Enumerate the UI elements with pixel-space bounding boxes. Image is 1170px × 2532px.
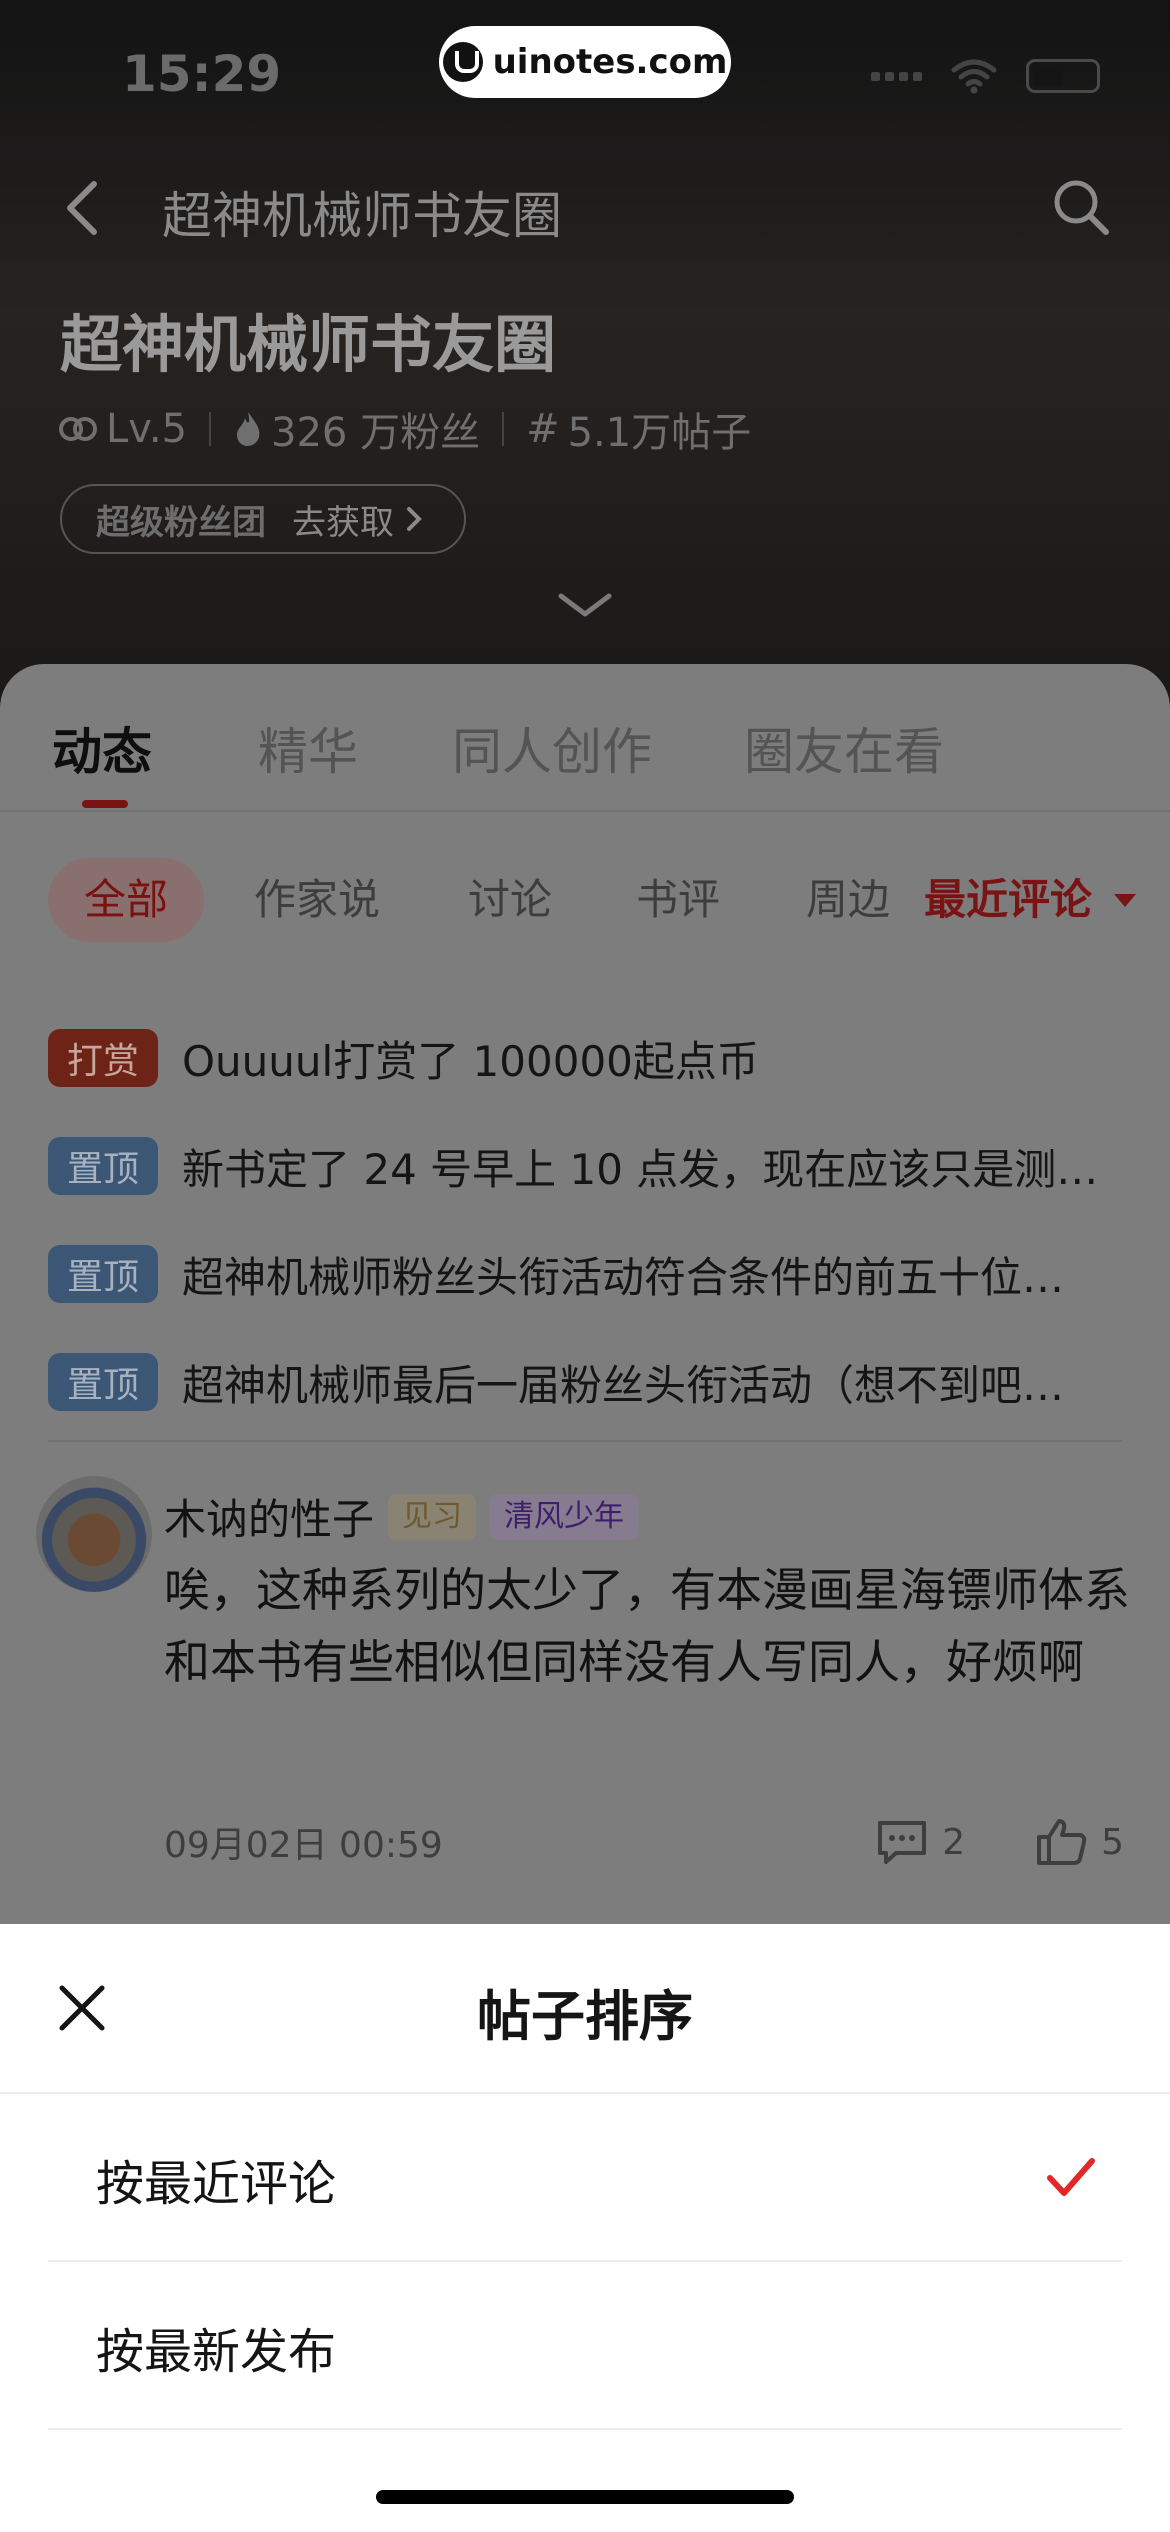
sort-option-recent-comments[interactable]: 按最近评论 [48, 2094, 1122, 2262]
list-item-text: 新书定了 24 号早上 10 点发，现在应该只是测试… [182, 1144, 1122, 1194]
chip-all[interactable]: 全部 [48, 858, 204, 942]
caret-down-icon [1114, 893, 1136, 907]
signal-icon [871, 71, 922, 81]
watermark-logo-icon [442, 42, 483, 82]
tab-fan-creations[interactable]: 同人创作 [452, 712, 652, 784]
circle-header: 15:29 uinotes.com 超神机械师书友圈 超神机械师书友圈 Lv.5 [0, 0, 1170, 700]
post-body: 唉，这种系列的太少了，有本漫画星海镖师体系和本书有些相似但同样没有人写同人，好烦… [164, 1563, 1130, 1689]
chip-merch[interactable]: 周边 [806, 858, 890, 942]
list-item-text: 超神机械师粉丝头衔活动符合条件的前五十位… [182, 1252, 1065, 1302]
sort-option-newest[interactable]: 按最新发布 [48, 2262, 1122, 2430]
comment-icon [878, 1821, 927, 1864]
divider [0, 810, 1170, 812]
list-item[interactable]: 置顶 新书定了 24 号早上 10 点发，现在应该只是测试… [48, 1112, 1128, 1220]
pinned-badge: 置顶 [48, 1245, 158, 1303]
watermark-badge: uinotes.com [439, 26, 731, 98]
fan-club-action: 去获取 [292, 502, 394, 543]
list-item-text: Ouuuul打赏了 100000起点币 [182, 1036, 759, 1086]
fan-club-button[interactable]: 超级粉丝团 去获取 [60, 484, 466, 554]
thumbs-up-icon [1037, 1819, 1087, 1865]
pinned-list: 打赏 Ouuuul打赏了 100000起点币 置顶 新书定了 24 号早上 10… [48, 1004, 1128, 1436]
tab-active-indicator [82, 800, 128, 808]
title-badge: 清风少年 [490, 1493, 639, 1540]
stat-divider [502, 412, 505, 446]
list-item[interactable]: 置顶 超神机械师粉丝头衔活动符合条件的前五十位… [48, 1220, 1128, 1328]
watermark-text: uinotes.com [492, 42, 728, 82]
chevron-down-icon[interactable] [556, 590, 614, 620]
comment-button[interactable]: 2 [876, 1819, 965, 1865]
flame-icon [237, 412, 260, 446]
checkmark-icon [1047, 2158, 1095, 2196]
list-item[interactable]: 打赏 Ouuuul打赏了 100000起点币 [48, 1004, 1128, 1112]
fans-text: 326 万粉丝 [271, 410, 481, 456]
fans-stat: 326 万粉丝 [233, 400, 480, 458]
pinned-badge: 置顶 [48, 1353, 158, 1411]
sort-dropdown[interactable]: 最近评论 [924, 858, 1136, 942]
author-name[interactable]: 木讷的性子 [164, 1486, 374, 1547]
hash-icon: # [526, 406, 560, 452]
chevron-right-icon [407, 507, 422, 531]
tab-featured[interactable]: 精华 [258, 712, 358, 784]
post-author: 木讷的性子 见习 清风少年 [164, 1486, 639, 1547]
comment-count: 2 [942, 1821, 966, 1863]
sort-sheet: 帖子排序 按最近评论 按最新发布 [0, 1924, 1170, 2532]
home-indicator [376, 2490, 794, 2504]
level-text: Lv.5 [106, 406, 188, 452]
option-label: 按最新发布 [96, 2324, 337, 2380]
chip-author-says[interactable]: 作家说 [254, 858, 380, 942]
status-indicators [871, 58, 1100, 94]
filter-chips: 全部 作家说 讨论 书评 周边 最近评论 [0, 858, 1170, 942]
feed-panel: 动态 精华 同人创作 圈友在看 全部 作家说 讨论 书评 周边 最近评论 打赏 … [0, 664, 1170, 1964]
status-time: 15:29 [122, 45, 282, 103]
post-meta: 09月02日 00:59 2 5 [164, 1812, 1124, 1872]
stat-divider [209, 412, 212, 446]
tab-friends-watching[interactable]: 圈友在看 [744, 712, 944, 784]
fan-club-label: 超级粉丝团 [96, 502, 266, 543]
chip-reviews[interactable]: 书评 [636, 858, 720, 942]
circle-title: 超神机械师书友圈 [60, 308, 557, 381]
list-item[interactable]: 置顶 超神机械师最后一届粉丝头衔活动（想不到吧… [48, 1328, 1128, 1436]
reward-badge: 打赏 [48, 1029, 158, 1087]
list-item-text: 超神机械师最后一届粉丝头衔活动（想不到吧… [182, 1360, 1065, 1410]
chip-discussion[interactable]: 讨论 [468, 858, 552, 942]
level-icon [59, 417, 97, 441]
sheet-title: 帖子排序 [477, 1985, 693, 2048]
avatar[interactable] [36, 1476, 152, 1592]
search-icon[interactable] [1050, 176, 1112, 238]
level-badge: 见习 [388, 1493, 477, 1540]
pinned-badge: 置顶 [48, 1137, 158, 1195]
circle-stats: Lv.5 326 万粉丝 # 5.1万帖子 [58, 400, 751, 458]
like-button[interactable]: 5 [1035, 1817, 1124, 1867]
tab-dynamics[interactable]: 动态 [52, 712, 152, 784]
like-count: 5 [1101, 1821, 1124, 1863]
post-time: 09月02日 00:59 [164, 1825, 443, 1866]
back-icon[interactable] [58, 178, 108, 238]
sort-label: 最近评论 [923, 875, 1092, 924]
nav-title: 超神机械师书友圈 [162, 187, 562, 245]
posts-text: 5.1万帖子 [567, 410, 752, 456]
wifi-icon [951, 59, 997, 94]
tab-bar: 动态 精华 同人创作 圈友在看 [0, 664, 1170, 810]
posts-stat: # 5.1万帖子 [526, 400, 751, 458]
level-stat: Lv.5 [58, 406, 187, 452]
divider [48, 1440, 1122, 1442]
battery-icon [1026, 59, 1100, 93]
option-label: 按最近评论 [96, 2156, 337, 2212]
